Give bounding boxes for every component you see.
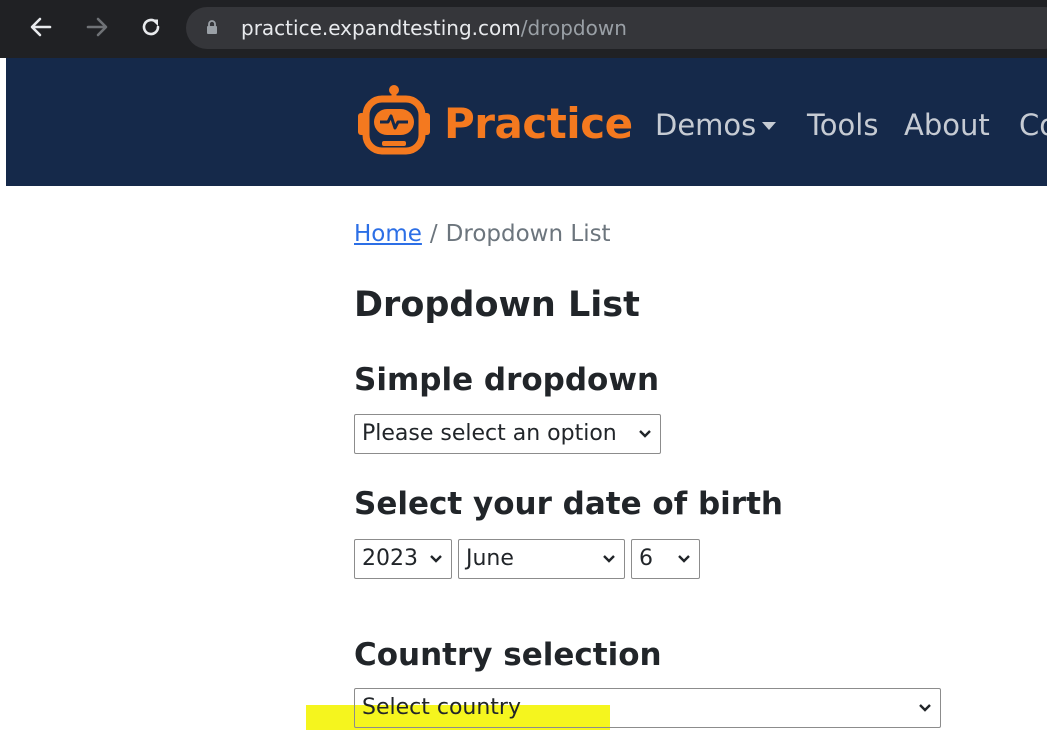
url-path: /dropdown [520, 16, 627, 40]
reload-icon [142, 18, 160, 36]
day-value: 6 [639, 546, 653, 571]
breadcrumb: Home / Dropdown List [354, 220, 611, 248]
simple-dropdown-heading: Simple dropdown [354, 362, 660, 398]
month-select[interactable]: June [458, 539, 625, 579]
simple-dropdown-select[interactable]: Please select an option [354, 414, 661, 454]
chevron-down-icon [430, 555, 442, 563]
nav-demos-label: Demos [655, 108, 757, 142]
url-host: practice.expandtesting.com [241, 16, 521, 40]
chevron-down-icon [603, 555, 615, 563]
simple-dropdown-value: Please select an option [362, 421, 617, 446]
page-title: Dropdown List [354, 285, 640, 325]
year-select[interactable]: 2023 [354, 539, 452, 579]
nav-contact[interactable]: Co [1019, 108, 1047, 142]
address-bar[interactable]: practice.expandtesting.com/dropdown [186, 7, 1047, 49]
country-selection-heading: Country selection [354, 637, 662, 673]
breadcrumb-home-link[interactable]: Home [354, 221, 422, 247]
browser-toolbar: practice.expandtesting.com/dropdown [0, 0, 1047, 58]
nav-tools[interactable]: Tools [807, 108, 878, 142]
brand-name[interactable]: Practice [444, 98, 633, 150]
nav-about[interactable]: About [904, 108, 990, 142]
robot-logo-icon[interactable] [354, 83, 434, 159]
date-of-birth-heading: Select your date of birth [354, 486, 783, 522]
caret-down-icon [762, 122, 777, 130]
site-navbar: Practice Demos Tools About Co [6, 58, 1047, 186]
breadcrumb-separator: / [429, 221, 438, 247]
url-text: practice.expandtesting.com/dropdown [241, 16, 627, 40]
year-value: 2023 [362, 546, 418, 571]
chevron-down-icon [639, 430, 651, 438]
month-value: June [466, 546, 514, 571]
chevron-down-icon [919, 704, 931, 712]
arrow-left-icon [30, 17, 52, 37]
nav-demos-dropdown[interactable]: Demos [655, 108, 777, 142]
forward-button[interactable] [84, 12, 110, 42]
lock-icon [207, 20, 217, 34]
country-value: Select country [362, 695, 521, 720]
back-button[interactable] [28, 12, 54, 42]
breadcrumb-current: Dropdown List [445, 221, 611, 247]
reload-button[interactable] [138, 12, 164, 42]
chevron-down-icon [678, 555, 690, 563]
arrow-right-icon [86, 17, 108, 37]
country-select[interactable]: Select country [354, 688, 941, 728]
day-select[interactable]: 6 [631, 539, 700, 579]
